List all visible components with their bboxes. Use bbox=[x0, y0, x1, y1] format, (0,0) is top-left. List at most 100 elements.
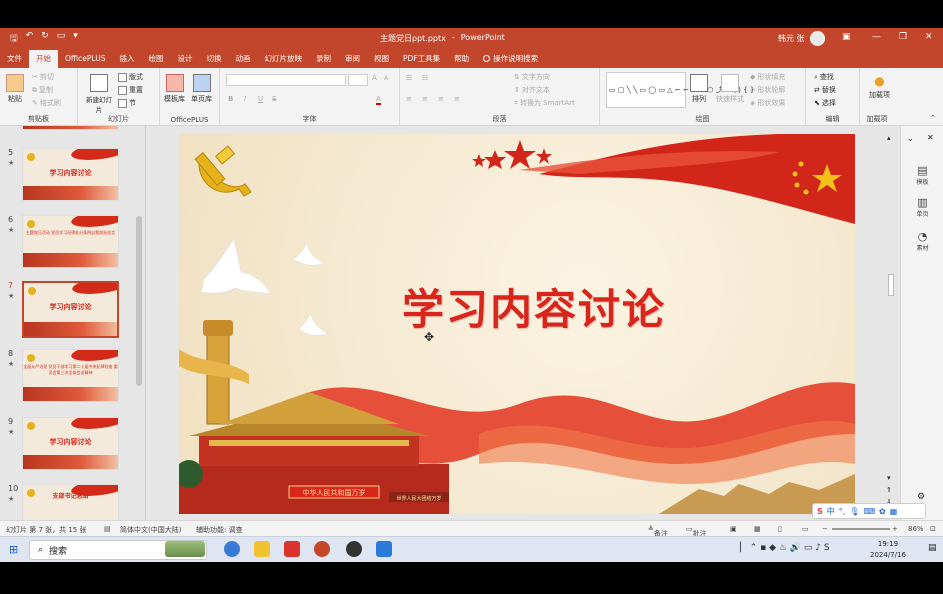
thumbnail-slide-8[interactable]: 8 ★ 全面从严治党 党员干部学习第二十届中央纪律检查 委员会第三次全体会议精神 bbox=[0, 349, 140, 409]
paste-button[interactable]: 粘贴 bbox=[6, 74, 24, 104]
new-slide-button[interactable]: 新建幻灯片 bbox=[84, 74, 114, 114]
slide-sorter-icon[interactable]: ▦ bbox=[754, 525, 761, 533]
user-name[interactable]: 韩元 张 bbox=[778, 33, 805, 44]
microphone-icon[interactable]: 🎙 bbox=[849, 507, 859, 516]
align-center-button[interactable]: ≡ bbox=[422, 95, 428, 103]
panel-template-button[interactable]: ▤ 模板 bbox=[901, 164, 943, 186]
thumbnail-slide-6[interactable]: 6 ★ 主题党日活动 党员学习纪律处分条例自我剖析发言 bbox=[0, 215, 140, 275]
wps-icon[interactable] bbox=[284, 541, 300, 557]
bullets-button[interactable]: ☰ bbox=[406, 74, 412, 82]
italic-button[interactable]: I bbox=[244, 95, 246, 103]
grow-font-button[interactable]: A bbox=[372, 74, 377, 82]
notes-button[interactable]: ≜ 备注 bbox=[648, 525, 668, 538]
align-text-button[interactable]: ⇕ 对齐文本 bbox=[514, 85, 550, 95]
replace-button[interactable]: ⇄ 替换 bbox=[814, 85, 836, 95]
numbering-button[interactable]: ☷ bbox=[422, 74, 428, 82]
cut-button[interactable]: ✂ 剪切 bbox=[32, 72, 54, 82]
thumbnail-slide-10[interactable]: 10 ★ 支部书记总结 bbox=[0, 484, 140, 520]
slide-scrollbar[interactable]: ▴ ▾ ⇑ ⇓ bbox=[886, 134, 896, 514]
justify-button[interactable]: ≡ bbox=[454, 95, 460, 103]
tray-icons[interactable]: ▏ ⌃ ▪ ◆ ♨ 🔊 ▭ ♪ S bbox=[740, 543, 830, 553]
reset-button[interactable]: 重置 bbox=[118, 85, 143, 95]
tab-pdf-tools[interactable]: PDF工具集 bbox=[396, 50, 447, 68]
select-button[interactable]: ⬉ 选择 bbox=[814, 98, 836, 108]
file-explorer-icon[interactable] bbox=[254, 541, 270, 557]
tab-record[interactable]: 录制 bbox=[309, 50, 338, 68]
single-page-library-button[interactable]: 单页库 bbox=[191, 74, 212, 104]
shape-effects-button[interactable]: ◈ 形状效果 bbox=[750, 98, 785, 108]
language-status[interactable]: 简体中文(中国大陆) bbox=[120, 525, 181, 535]
meeting-app-icon[interactable] bbox=[376, 541, 392, 557]
panel-material-button[interactable]: ◔ 素材 bbox=[901, 230, 943, 252]
shape-outline-button[interactable]: ◇ 形状轮廓 bbox=[750, 85, 785, 95]
panel-single-page-button[interactable]: ▥ 单页 bbox=[901, 196, 943, 218]
edge-browser-icon[interactable] bbox=[224, 541, 240, 557]
shapes-gallery[interactable]: ▭ ▢ ╲ ╲ ▭ ◯ ▭ △ ⌐ ⌐ ⇨ ⇩ ⬡ ⤴ ☆ ⟨ ⟩ { } bbox=[606, 72, 754, 108]
align-right-button[interactable]: ≡ bbox=[438, 95, 444, 103]
thumbnail-partial[interactable] bbox=[0, 126, 140, 132]
scrollbar-handle[interactable] bbox=[888, 274, 894, 296]
tab-home[interactable]: 开始 bbox=[29, 50, 58, 68]
collapse-ribbon-icon[interactable]: ⌃ bbox=[930, 114, 936, 122]
scrollbar-handle[interactable] bbox=[136, 216, 142, 386]
zoom-out-icon[interactable]: − bbox=[822, 525, 828, 533]
tab-design[interactable]: 设计 bbox=[170, 50, 199, 68]
accessibility-status[interactable]: 辅助功能: 调查 bbox=[196, 525, 243, 535]
close-icon[interactable]: ✕ bbox=[927, 133, 934, 142]
tab-transitions[interactable]: 切换 bbox=[199, 50, 228, 68]
align-left-button[interactable]: ≡ bbox=[406, 95, 412, 103]
section-button[interactable]: 节 bbox=[118, 98, 136, 108]
chevron-down-icon[interactable]: ⌄ bbox=[907, 134, 914, 143]
tab-slideshow[interactable]: 幻灯片放映 bbox=[257, 50, 309, 68]
layout-button[interactable]: 版式 bbox=[118, 72, 143, 82]
thumbnail-slide-7[interactable]: 7 ★ 学习内容讨论 bbox=[0, 281, 140, 341]
tab-review[interactable]: 审阅 bbox=[338, 50, 367, 68]
tab-insert[interactable]: 插入 bbox=[112, 50, 141, 68]
ribbon-display-icon[interactable]: ▣ bbox=[842, 32, 851, 42]
system-clock[interactable]: 19:19 2024/7/16 bbox=[870, 539, 906, 561]
comments-button[interactable]: ▭ 批注 bbox=[686, 525, 707, 538]
windows-start-icon[interactable]: ⊞ bbox=[9, 543, 18, 556]
scroll-down-icon[interactable]: ▾ bbox=[887, 474, 891, 482]
text-direction-button[interactable]: ⇅ 文字方向 bbox=[514, 72, 550, 82]
tab-animations[interactable]: 动画 bbox=[228, 50, 257, 68]
ime-language[interactable]: 中 bbox=[827, 506, 835, 517]
tab-help[interactable]: 帮助 bbox=[447, 50, 476, 68]
arrange-button[interactable]: 排列 bbox=[690, 74, 708, 104]
tab-officeplus[interactable]: OfficePLUS bbox=[58, 50, 112, 68]
shrink-font-button[interactable]: A bbox=[384, 75, 388, 82]
save-icon[interactable]: 🖫 bbox=[10, 31, 18, 47]
format-painter-button[interactable]: ✎ 格式刷 bbox=[32, 98, 61, 108]
zoom-level[interactable]: 86% bbox=[908, 525, 924, 533]
redo-icon[interactable]: ↻ bbox=[41, 31, 49, 47]
keyboard-icon[interactable]: ⌨ bbox=[863, 507, 875, 516]
tell-me-search[interactable]: 操作说明搜索 bbox=[476, 50, 545, 68]
start-slideshow-icon[interactable]: ▭ bbox=[57, 31, 66, 47]
zoom-in-icon[interactable]: + bbox=[892, 525, 898, 533]
powerpoint-icon[interactable] bbox=[314, 541, 330, 557]
bold-button[interactable]: B bbox=[228, 95, 233, 103]
skin-icon[interactable]: ✿ bbox=[879, 507, 886, 516]
font-size-select[interactable] bbox=[348, 74, 368, 86]
quick-styles-button[interactable]: 快速样式 bbox=[716, 74, 744, 104]
zoom-slider[interactable] bbox=[832, 528, 890, 530]
template-library-button[interactable]: 模板库 bbox=[164, 74, 185, 104]
fit-slide-icon[interactable]: ⊡ bbox=[930, 525, 936, 533]
thumbnail-slide-5[interactable]: 5 ★ 学习内容讨论 bbox=[0, 148, 140, 208]
copy-button[interactable]: ⧉ 复制 bbox=[32, 85, 53, 95]
undo-icon[interactable]: ↶ bbox=[26, 31, 34, 47]
normal-view-icon[interactable]: ▣ bbox=[730, 525, 737, 533]
avatar[interactable] bbox=[810, 31, 825, 46]
font-name-select[interactable] bbox=[226, 74, 346, 86]
tab-file[interactable]: 文件 bbox=[0, 50, 29, 68]
thumbnail-slide-9[interactable]: 9 ★ 学习内容讨论 bbox=[0, 417, 140, 477]
reading-view-icon[interactable]: ▯ bbox=[778, 525, 782, 533]
slide-title[interactable]: 学习内容讨论 bbox=[369, 276, 699, 337]
scroll-up-icon[interactable]: ▴ bbox=[887, 134, 891, 142]
restore-icon[interactable]: ❐ bbox=[899, 32, 907, 42]
punctuation-icon[interactable]: °, bbox=[839, 507, 846, 516]
find-button[interactable]: ⌕ 查找 bbox=[814, 72, 834, 82]
strikethrough-button[interactable]: S bbox=[272, 95, 276, 103]
close-icon[interactable]: ✕ bbox=[925, 32, 933, 42]
tab-draw[interactable]: 绘图 bbox=[141, 50, 170, 68]
